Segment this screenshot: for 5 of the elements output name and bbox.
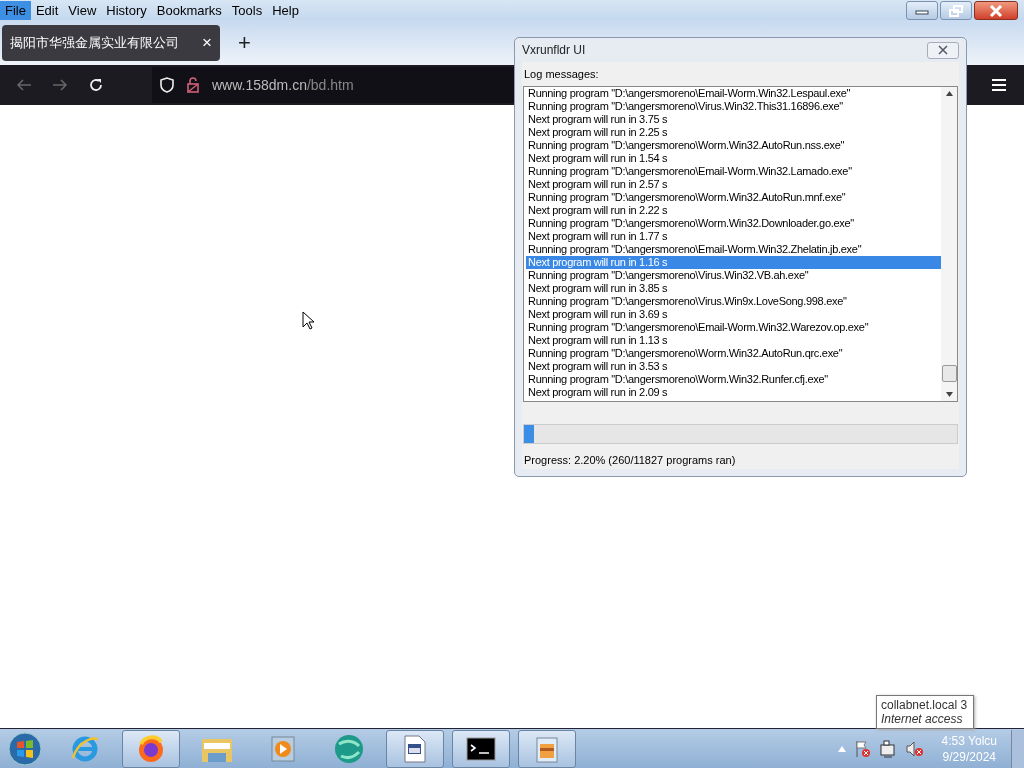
tooltip: collabnet.local 3 Internet access bbox=[876, 695, 975, 729]
progress-text: Progress: 2.20% (260/11827 programs ran) bbox=[524, 454, 737, 466]
url-text: www.158dm.cn/bd.htm bbox=[212, 77, 354, 93]
window-title: Vxrunfldr UI bbox=[522, 43, 586, 57]
log-label: Log messages: bbox=[524, 68, 600, 80]
